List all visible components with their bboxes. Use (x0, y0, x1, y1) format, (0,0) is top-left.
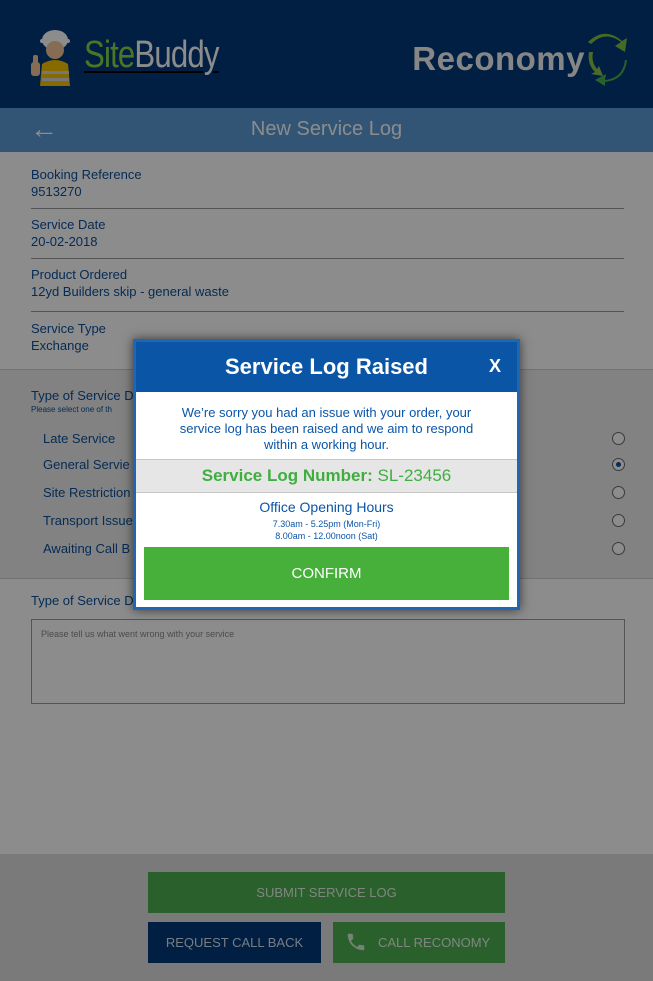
dialog-message: We’re sorry you had an issue with your o… (179, 405, 474, 452)
office-hours-title: Office Opening Hours (259, 499, 394, 515)
service-log-number-value: SL-23456 (377, 466, 452, 485)
service-log-number-label: Service Log Number: (201, 466, 373, 485)
service-log-raised-dialog: Service Log Raised X We’re sorry you had… (133, 339, 520, 610)
office-hours-saturday: 8.00am - 12.00noon (Sat) (275, 531, 378, 541)
dialog-title: Service Log Raised (225, 354, 428, 379)
close-button[interactable]: X (489, 356, 501, 377)
service-log-number-band: Service Log Number: SL-23456 (136, 459, 517, 493)
dialog-header: Service Log Raised X (136, 342, 517, 392)
office-hours-weekday: 7.30am - 5.25pm (Mon-Fri) (272, 519, 381, 529)
confirm-button[interactable]: CONFIRM (144, 547, 509, 600)
